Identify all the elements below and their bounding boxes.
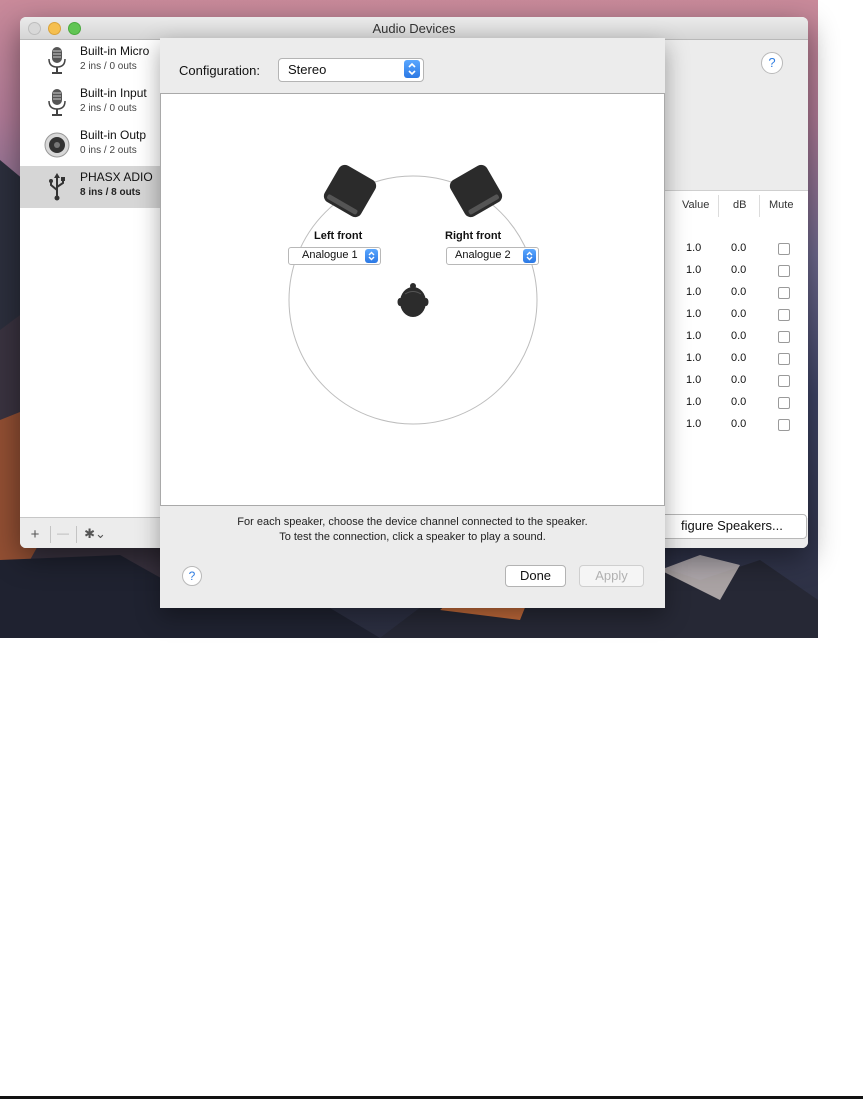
device-item-built-in-microphone[interactable]: Built-in Micro 2 ins / 0 outs xyxy=(20,40,160,82)
done-button[interactable]: Done xyxy=(505,565,566,587)
mute-checkbox[interactable] xyxy=(778,375,790,387)
title-bar: Audio Devices xyxy=(20,17,808,40)
configure-speakers-sheet: Configuration: Stereo Left front Analogu… xyxy=(160,38,665,608)
configuration-value: Stereo xyxy=(288,62,327,77)
column-header-db[interactable]: dB xyxy=(733,199,746,211)
value-cell: 1.0 xyxy=(686,286,702,298)
chevron-updown-icon xyxy=(365,249,378,263)
mute-checkbox[interactable] xyxy=(778,419,790,431)
left-front-speaker-icon[interactable] xyxy=(319,160,381,222)
mute-checkbox[interactable] xyxy=(778,397,790,409)
mute-checkbox[interactable] xyxy=(778,331,790,343)
db-cell: 0.0 xyxy=(731,330,747,342)
listener-head-icon xyxy=(397,283,429,317)
device-list-toolbar: + — ✱⌄ xyxy=(20,517,161,548)
device-name: Built-in Input xyxy=(80,86,147,100)
toolbar-divider xyxy=(76,526,77,543)
apply-button[interactable]: Apply xyxy=(579,565,644,587)
configuration-select[interactable]: Stereo xyxy=(278,58,424,82)
gear-menu-button[interactable]: ✱⌄ xyxy=(80,526,110,544)
right-front-channel-select[interactable]: Analogue 2 xyxy=(446,247,539,265)
chevron-updown-icon xyxy=(404,60,420,78)
configure-speakers-button[interactable]: figure Speakers... xyxy=(660,514,807,539)
mute-checkbox[interactable] xyxy=(778,309,790,321)
microphone-icon xyxy=(48,89,66,116)
db-cell: 0.0 xyxy=(731,242,747,254)
channel-table: Value dB Mute 1.0 0.0 1.0 0.0 1.0 0.0 1.… xyxy=(663,190,808,518)
value-cell: 1.0 xyxy=(686,330,702,342)
right-front-speaker-icon[interactable] xyxy=(445,160,507,222)
value-cell: 1.0 xyxy=(686,308,702,320)
db-cell: 0.0 xyxy=(731,418,747,430)
speaker-icon xyxy=(44,132,70,158)
remove-device-button[interactable]: — xyxy=(54,526,72,544)
instructions-line-1: For each speaker, choose the device chan… xyxy=(237,516,588,528)
chevron-updown-icon xyxy=(523,249,536,263)
value-cell: 1.0 xyxy=(686,242,702,254)
value-cell: 1.0 xyxy=(686,396,702,408)
left-front-channel-value: Analogue 1 xyxy=(302,249,358,261)
device-name: Built-in Outp xyxy=(80,128,147,142)
device-io: 2 ins / 0 outs xyxy=(80,61,137,72)
speaker-layout-canvas: Left front Analogue 1 Right front Analog… xyxy=(160,93,665,506)
configuration-label: Configuration: xyxy=(179,63,260,78)
column-header-mute[interactable]: Mute xyxy=(769,199,793,211)
usb-icon xyxy=(49,173,65,201)
value-cell: 1.0 xyxy=(686,264,702,276)
right-front-channel-value: Analogue 2 xyxy=(455,249,511,261)
device-name: Built-in Micro xyxy=(80,44,150,58)
db-cell: 0.0 xyxy=(731,264,747,276)
add-device-button[interactable]: + xyxy=(26,526,44,544)
value-cell: 1.0 xyxy=(686,418,702,430)
db-cell: 0.0 xyxy=(731,374,747,386)
device-list: Built-in Micro 2 ins / 0 outs Built-in I… xyxy=(20,40,161,517)
column-divider xyxy=(718,195,719,217)
device-item-built-in-input[interactable]: Built-in Input 2 ins / 0 outs xyxy=(20,82,160,124)
db-cell: 0.0 xyxy=(731,308,747,320)
instructions-line-2: To test the connection, click a speaker … xyxy=(279,531,546,543)
db-cell: 0.0 xyxy=(731,286,747,298)
window-title: Audio Devices xyxy=(372,21,456,36)
db-cell: 0.0 xyxy=(731,352,747,364)
device-io: 0 ins / 2 outs xyxy=(80,145,137,156)
device-io: 8 ins / 8 outs xyxy=(80,187,141,198)
help-button[interactable]: ? xyxy=(761,52,783,74)
device-item-built-in-output[interactable]: Built-in Outp 0 ins / 2 outs xyxy=(20,124,160,166)
device-io: 2 ins / 0 outs xyxy=(80,103,137,114)
column-header-value[interactable]: Value xyxy=(682,199,709,211)
mute-checkbox[interactable] xyxy=(778,265,790,277)
left-front-label: Left front xyxy=(314,230,363,242)
mute-checkbox[interactable] xyxy=(778,287,790,299)
left-front-channel-select[interactable]: Analogue 1 xyxy=(288,247,381,265)
help-button[interactable]: ? xyxy=(182,566,202,586)
db-cell: 0.0 xyxy=(731,396,747,408)
mute-checkbox[interactable] xyxy=(778,353,790,365)
device-item-phasx-adio[interactable]: PHASX ADIO 8 ins / 8 outs xyxy=(20,166,160,208)
value-cell: 1.0 xyxy=(686,374,702,386)
microphone-icon xyxy=(48,47,66,74)
right-front-label: Right front xyxy=(445,230,502,242)
value-cell: 1.0 xyxy=(686,352,702,364)
mute-checkbox[interactable] xyxy=(778,243,790,255)
device-name: PHASX ADIO xyxy=(80,170,153,184)
toolbar-divider xyxy=(50,526,51,543)
column-divider xyxy=(759,195,760,217)
